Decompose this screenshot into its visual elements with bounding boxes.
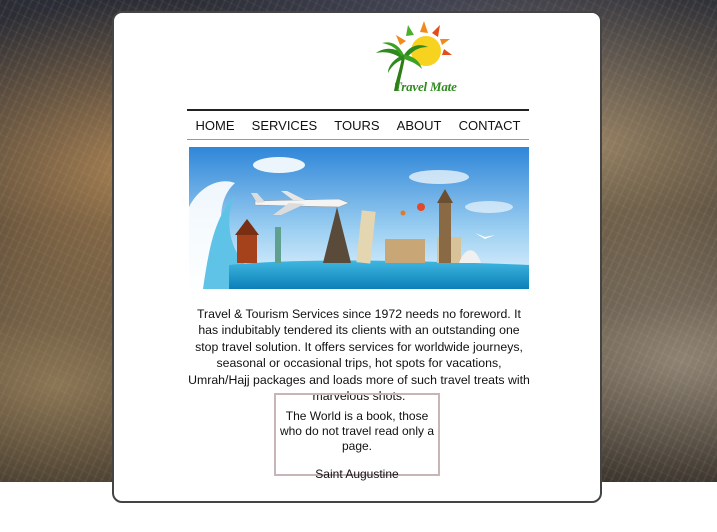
nav-item-about[interactable]: ABOUT <box>393 118 446 133</box>
nav-item-services[interactable]: SERVICES <box>248 118 322 133</box>
nav-item-tours[interactable]: TOURS <box>330 118 383 133</box>
main-nav: HOME SERVICES TOURS ABOUT CONTACT <box>187 109 529 140</box>
quote-author: Saint Augustine <box>315 467 399 481</box>
content-panel: Travel Mate HOME SERVICES TOURS ABOUT CO… <box>112 11 602 503</box>
balloon-icon <box>417 203 425 211</box>
quote-box: The World is a book, those who do not tr… <box>274 393 440 481</box>
nav-item-contact[interactable]: CONTACT <box>455 118 525 133</box>
hero-banner-image <box>189 147 529 289</box>
cloud <box>253 157 305 173</box>
quote-text: The World is a book, those who do not tr… <box>279 409 435 453</box>
logo-wordmark: Travel Mate <box>394 79 457 94</box>
nav-item-home[interactable]: HOME <box>192 118 239 133</box>
intro-paragraph: Travel & Tourism Services since 1972 nee… <box>188 307 530 404</box>
